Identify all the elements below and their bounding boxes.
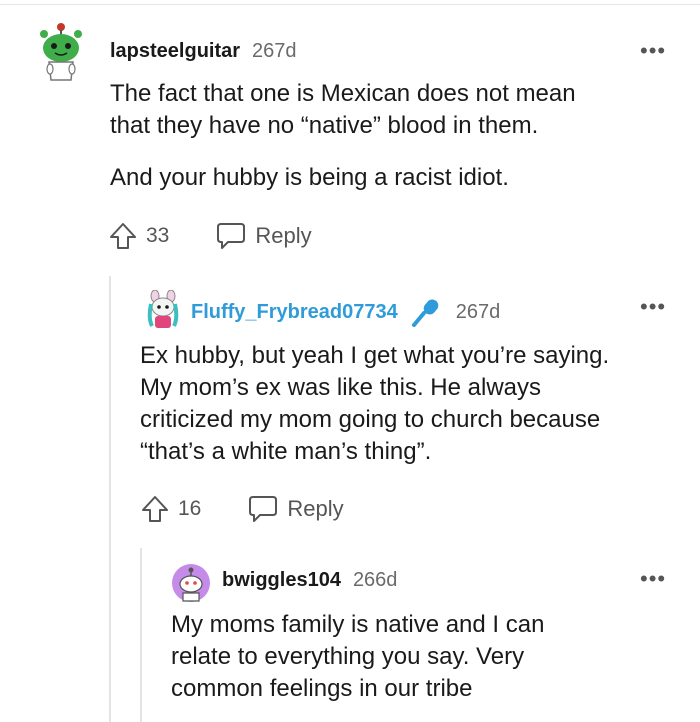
- microphone-icon: [411, 299, 439, 327]
- text-line: that they have no “native” blood in them…: [110, 112, 539, 139]
- reply-bubble-icon: [249, 496, 278, 522]
- reply-label: Reply: [287, 496, 344, 521]
- text-line: My mom’s ex was like this. He always: [140, 374, 541, 401]
- upvote-arrow-icon: [110, 223, 136, 249]
- comment-actions: 16 Reply: [140, 494, 344, 524]
- comment-age[interactable]: 266d: [353, 569, 398, 592]
- thread-line-level-1[interactable]: [109, 276, 111, 722]
- text-line: common feelings in our tribe: [171, 675, 473, 702]
- text-line: And your hubby is being a racist idiot.: [110, 164, 509, 191]
- username[interactable]: bwiggles104: [222, 569, 341, 592]
- text-line: relate to everything you say. Very: [171, 643, 525, 670]
- reply-button[interactable]: Reply: [215, 221, 312, 251]
- reply-label: Reply: [255, 223, 312, 248]
- comment-body: The fact that one is Mexican does not me…: [110, 78, 576, 142]
- upvote-button[interactable]: 16: [140, 494, 201, 524]
- comment-body: Ex hubby, but yeah I get what you’re say…: [140, 340, 609, 468]
- snoo-avatar-icon[interactable]: [171, 563, 211, 603]
- more-options-icon[interactable]: •••: [640, 568, 666, 590]
- comment-header: bwiggles104 266d: [222, 569, 397, 592]
- text-line: My moms family is native and I can: [171, 611, 545, 638]
- text-line: The fact that one is Mexican does not me…: [110, 80, 576, 107]
- comment-header: Fluffy_Frybread07734 267d: [191, 297, 500, 327]
- text-line: Ex hubby, but yeah I get what you’re say…: [140, 342, 610, 369]
- reply-bubble-icon: [217, 223, 246, 249]
- comment-body-paragraph-2: And your hubby is being a racist idiot.: [110, 162, 509, 194]
- username[interactable]: lapsteelguitar: [110, 40, 240, 63]
- comment-age[interactable]: 267d: [456, 301, 501, 324]
- vote-count: 33: [146, 224, 170, 247]
- comment-body: My moms family is native and I can relat…: [171, 609, 544, 705]
- comment-header: lapsteelguitar 267d: [110, 40, 297, 63]
- snoo-avatar-icon[interactable]: [146, 290, 180, 330]
- upvote-button[interactable]: 33: [108, 221, 169, 251]
- text-line: “that’s a white man’s thing”.: [140, 438, 432, 465]
- comment-actions: 33 Reply: [108, 221, 312, 251]
- username[interactable]: Fluffy_Frybread07734: [191, 301, 398, 324]
- vote-count: 16: [178, 497, 202, 520]
- more-options-icon[interactable]: •••: [640, 296, 666, 318]
- upvote-arrow-icon: [142, 496, 168, 522]
- text-line: criticized my mom going to church becaus…: [140, 406, 601, 433]
- thread-line-level-2[interactable]: [140, 548, 142, 722]
- reply-button[interactable]: Reply: [247, 494, 344, 524]
- snoo-avatar-icon[interactable]: [36, 22, 86, 84]
- top-divider: [0, 4, 700, 5]
- more-options-icon[interactable]: •••: [640, 40, 666, 62]
- comment-age[interactable]: 267d: [252, 40, 297, 63]
